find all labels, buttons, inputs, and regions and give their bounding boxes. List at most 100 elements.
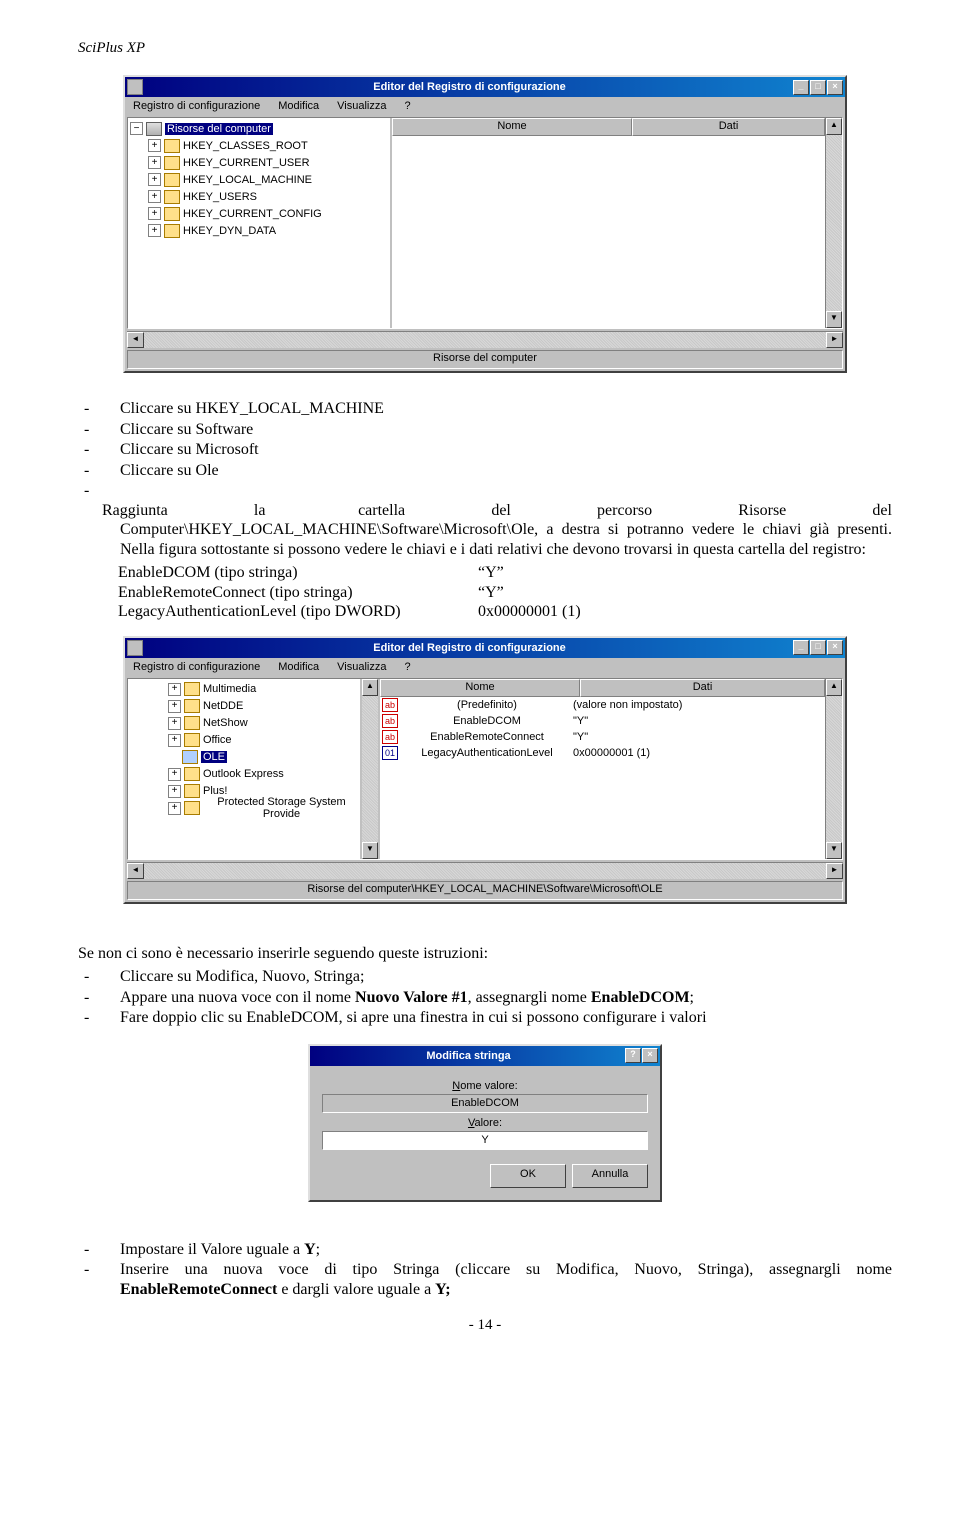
menu-help[interactable]: ? <box>400 660 414 674</box>
list-row[interactable]: ab(Predefinito)(valore non impostato) <box>380 697 825 713</box>
expand-icon[interactable]: + <box>148 139 161 152</box>
minimize-button[interactable]: _ <box>793 80 809 95</box>
expand-icon[interactable]: + <box>168 683 181 696</box>
titlebar[interactable]: Modifica stringa ? × <box>310 1046 660 1066</box>
tree-item[interactable]: NetDDE <box>203 700 243 712</box>
list-row[interactable]: abEnableRemoteConnect"Y" <box>380 729 825 745</box>
tree-item[interactable]: HKEY_USERS <box>183 191 257 203</box>
expand-icon[interactable]: + <box>168 734 181 747</box>
expand-icon[interactable]: + <box>148 190 161 203</box>
tree-item-selected[interactable]: OLE <box>201 751 227 763</box>
menu-help[interactable]: ? <box>400 99 414 113</box>
maximize-button[interactable]: □ <box>810 80 826 95</box>
list-row[interactable]: abEnableDCOM"Y" <box>380 713 825 729</box>
tree-root[interactable]: Risorse del computer <box>165 123 273 135</box>
scroll-right-icon[interactable]: ► <box>826 863 843 879</box>
regedit-icon <box>127 79 143 95</box>
folder-icon <box>184 767 200 781</box>
tree-item[interactable]: Protected Storage System Provide <box>203 796 360 820</box>
edit-string-dialog: Modifica stringa ? × Nome valore: Enable… <box>308 1044 662 1202</box>
scroll-right-icon[interactable]: ► <box>826 332 843 348</box>
scroll-down-icon[interactable]: ▼ <box>826 311 842 328</box>
dword-value-icon: 01 <box>382 746 398 760</box>
cancel-button[interactable]: Annulla <box>572 1164 648 1188</box>
kv-key: EnableDCOM (tipo stringa) <box>118 563 478 583</box>
value-data-input[interactable]: Y <box>322 1131 648 1150</box>
menu-modify[interactable]: Modifica <box>274 660 323 674</box>
menubar: Registro di configurazione Modifica Visu… <box>125 97 845 115</box>
scroll-up-icon[interactable]: ▲ <box>826 118 842 135</box>
titlebar[interactable]: Editor del Registro di configurazione _ … <box>125 638 845 658</box>
list-item: Cliccare su HKEY_LOCAL_MACHINE <box>102 399 892 419</box>
tree-item[interactable]: NetShow <box>203 717 248 729</box>
window-title: Editor del Registro di configurazione <box>146 81 793 93</box>
regedit-window-1: Editor del Registro di configurazione _ … <box>123 75 847 373</box>
scroll-left-icon[interactable]: ◄ <box>127 332 144 348</box>
tree-item[interactable]: HKEY_CURRENT_CONFIG <box>183 208 322 220</box>
tree-item[interactable]: HKEY_DYN_DATA <box>183 225 276 237</box>
expand-icon[interactable]: + <box>168 785 181 798</box>
list-pane: Nome Dati ab(Predefinito)(valore non imp… <box>380 679 825 859</box>
expand-icon[interactable]: + <box>168 717 181 730</box>
list-item: Fare doppio clic su EnableDCOM, si apre … <box>102 1008 892 1028</box>
list-row[interactable]: 01LegacyAuthenticationLevel0x00000001 (1… <box>380 745 825 761</box>
close-button[interactable]: × <box>827 80 843 95</box>
expand-icon[interactable]: + <box>168 768 181 781</box>
scroll-left-icon[interactable]: ◄ <box>127 863 144 879</box>
minimize-button[interactable]: _ <box>793 640 809 655</box>
tree-pane[interactable]: − Risorse del computer + HKEY_CLASSES_ROOT… <box>128 118 392 328</box>
horizontal-scrollbar[interactable]: ◄ ► <box>127 331 843 348</box>
col-name[interactable]: Nome <box>380 679 580 697</box>
collapse-icon[interactable]: − <box>130 122 143 135</box>
menu-view[interactable]: Visualizza <box>333 99 390 113</box>
folder-open-icon <box>182 750 198 764</box>
tree-item[interactable]: Multimedia <box>203 683 256 695</box>
tree-pane[interactable]: + Multimedia + NetDDE + NetShow + Office OLE… <box>128 679 362 859</box>
list-item: Cliccare su Microsoft <box>102 440 892 460</box>
menu-view[interactable]: Visualizza <box>333 660 390 674</box>
paragraph-3: Impostare il Valore uguale a Y; Inserire… <box>78 1240 892 1300</box>
tree-item[interactable]: HKEY_CLASSES_ROOT <box>183 140 308 152</box>
folder-icon <box>164 173 180 187</box>
ok-button[interactable]: OK <box>490 1164 566 1188</box>
dialog-title: Modifica stringa <box>312 1050 625 1062</box>
menu-modify[interactable]: Modifica <box>274 99 323 113</box>
tree-scrollbar[interactable]: ▲ ▼ <box>362 679 380 859</box>
scroll-down-icon[interactable]: ▼ <box>362 842 378 859</box>
menu-registry[interactable]: Registro di configurazione <box>129 99 264 113</box>
scroll-up-icon[interactable]: ▲ <box>826 679 842 696</box>
expand-icon[interactable]: + <box>148 207 161 220</box>
tree-item[interactable]: HKEY_LOCAL_MACHINE <box>183 174 312 186</box>
menu-registry[interactable]: Registro di configurazione <box>129 660 264 674</box>
close-button[interactable]: × <box>827 640 843 655</box>
folder-icon <box>184 682 200 696</box>
col-data[interactable]: Dati <box>580 679 825 697</box>
vertical-scrollbar[interactable]: ▲ ▼ <box>825 679 842 859</box>
folder-icon <box>184 699 200 713</box>
horizontal-scrollbar[interactable]: ◄ ► <box>127 862 843 879</box>
tree-item[interactable]: HKEY_CURRENT_USER <box>183 157 310 169</box>
value-name-input: EnableDCOM <box>322 1094 648 1113</box>
scroll-down-icon[interactable]: ▼ <box>826 842 842 859</box>
folder-icon <box>164 139 180 153</box>
tree-item[interactable]: Office <box>203 734 232 746</box>
folder-icon <box>164 207 180 221</box>
col-name[interactable]: Nome <box>392 118 632 136</box>
titlebar[interactable]: Editor del Registro di configurazione _ … <box>125 77 845 97</box>
scroll-up-icon[interactable]: ▲ <box>362 679 378 696</box>
expand-icon[interactable]: + <box>148 156 161 169</box>
col-data[interactable]: Dati <box>632 118 825 136</box>
help-button[interactable]: ? <box>625 1048 641 1063</box>
page-number: - 14 - <box>78 1317 892 1334</box>
close-button[interactable]: × <box>642 1048 658 1063</box>
tree-item[interactable]: Outlook Express <box>203 768 284 780</box>
expand-icon[interactable]: + <box>148 173 161 186</box>
list-item: RaggiuntalacartelladelpercorsoRisorsedel… <box>102 481 892 559</box>
expand-icon[interactable]: + <box>148 224 161 237</box>
vertical-scrollbar[interactable]: ▲ ▼ <box>825 118 842 328</box>
expand-icon[interactable]: + <box>168 802 181 815</box>
list-item: Cliccare su Ole <box>102 461 892 481</box>
expand-icon[interactable]: + <box>168 700 181 713</box>
window-title: Editor del Registro di configurazione <box>146 642 793 654</box>
maximize-button[interactable]: □ <box>810 640 826 655</box>
